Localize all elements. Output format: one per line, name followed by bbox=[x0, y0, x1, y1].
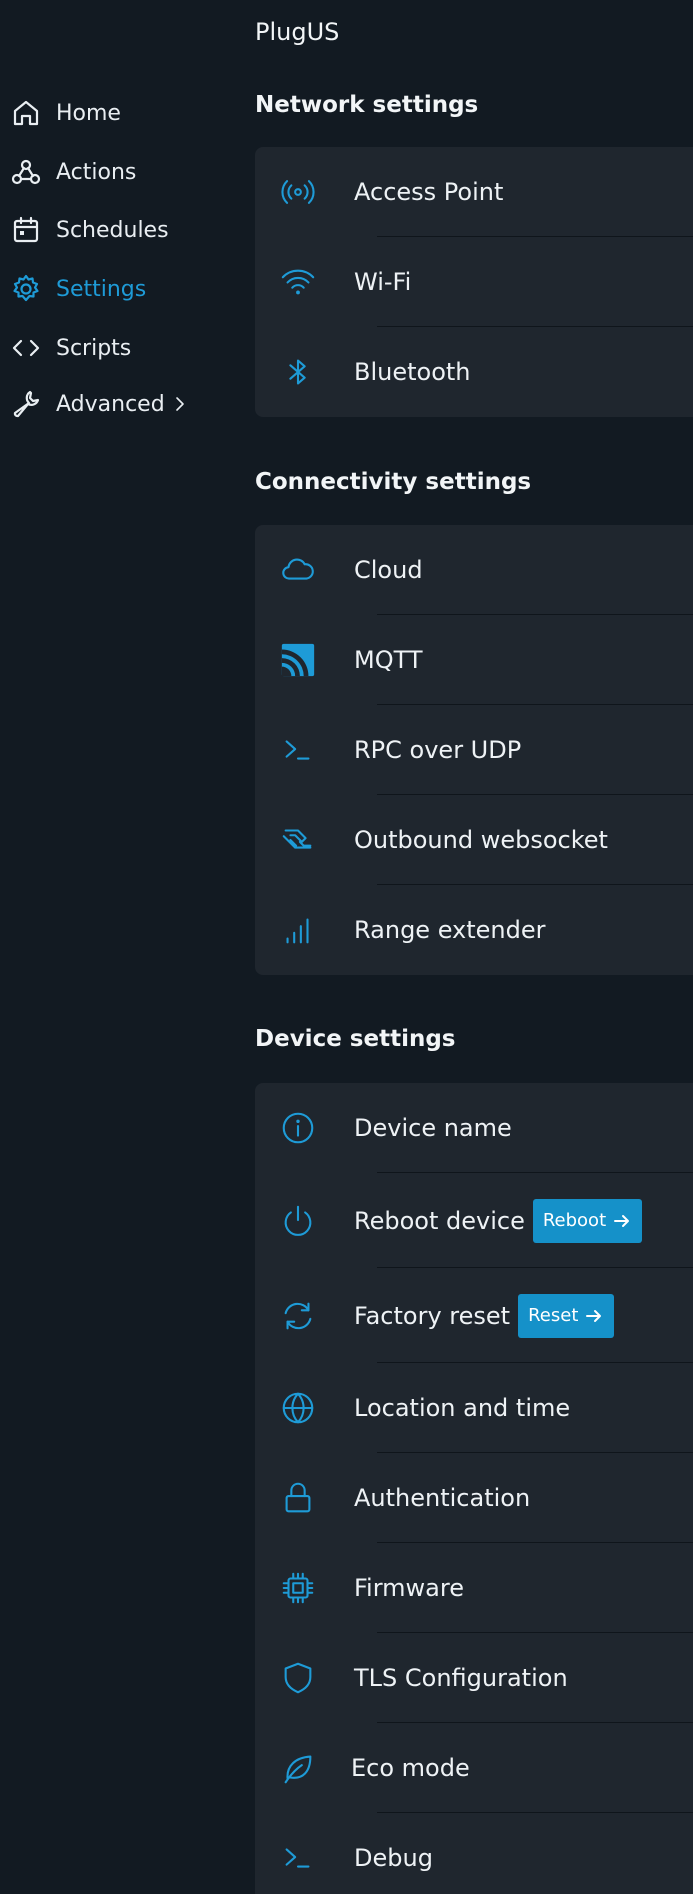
arrow-right-icon bbox=[586, 1309, 602, 1322]
terminal-icon bbox=[278, 730, 318, 770]
settings-row-label: Device name bbox=[354, 1114, 512, 1142]
bluetooth-icon bbox=[278, 352, 318, 392]
calendar-icon bbox=[10, 214, 42, 246]
settings-row-label: Authentication bbox=[354, 1484, 531, 1512]
sidebar-item-schedules[interactable]: Schedules bbox=[0, 204, 240, 256]
settings-row-rpc-over-udp[interactable]: RPC over UDP bbox=[255, 705, 693, 795]
wifi-icon bbox=[278, 262, 318, 302]
settings-row-label: Factory reset bbox=[354, 1301, 511, 1330]
settings-row-device-name[interactable]: Device name bbox=[255, 1083, 693, 1173]
settings-row-eco-mode[interactable]: Eco mode bbox=[255, 1723, 693, 1813]
settings-row-debug[interactable]: Debug bbox=[255, 1813, 693, 1894]
shield-icon bbox=[278, 1658, 318, 1698]
settings-row-label: Location and time bbox=[354, 1394, 571, 1422]
chip-icon bbox=[278, 1568, 318, 1608]
settings-row-tls-configuration[interactable]: TLS Configuration bbox=[255, 1633, 693, 1723]
settings-row-authentication[interactable]: Authentication bbox=[255, 1453, 693, 1543]
sidebar-item-label: Scripts bbox=[56, 335, 132, 361]
app-root: Home Actions Schedules Settings Scripts … bbox=[0, 0, 693, 1894]
settings-row-label: TLS Configuration bbox=[354, 1664, 568, 1692]
info-icon bbox=[278, 1108, 318, 1148]
reset-button[interactable]: Reset bbox=[518, 1293, 615, 1338]
websocket-icon bbox=[278, 820, 318, 860]
settings-row-label: Range extender bbox=[354, 916, 546, 944]
access-point-icon bbox=[278, 172, 318, 212]
terminal-icon bbox=[278, 1838, 318, 1878]
leaf-icon bbox=[278, 1748, 318, 1788]
settings-row-label: Eco mode bbox=[351, 1754, 470, 1782]
webhook-icon bbox=[10, 156, 42, 188]
sidebar-item-label: Advanced bbox=[56, 391, 165, 417]
sidebar-item-label: Actions bbox=[56, 159, 137, 185]
settings-row-outbound-websocket[interactable]: Outbound websocket bbox=[255, 795, 693, 885]
chevron-right-icon[interactable] bbox=[170, 394, 190, 414]
gear-icon bbox=[10, 273, 42, 305]
settings-row-label: MQTT bbox=[354, 646, 423, 674]
settings-row-range-extender[interactable]: Range extender bbox=[255, 885, 693, 975]
settings-row-wifi[interactable]: Wi-Fi bbox=[255, 237, 693, 327]
settings-row-reboot-device[interactable]: Reboot device Reboot bbox=[255, 1173, 693, 1268]
settings-row-label-wrap: Factory reset Reset bbox=[354, 1293, 615, 1338]
code-icon bbox=[10, 332, 42, 364]
rss-icon bbox=[278, 640, 318, 680]
lock-icon bbox=[278, 1478, 318, 1518]
settings-row-label: Outbound websocket bbox=[354, 826, 608, 854]
settings-row-label: RPC over UDP bbox=[354, 736, 522, 764]
settings-row-label: Access Point bbox=[354, 178, 504, 206]
settings-row-factory-reset[interactable]: Factory reset Reset bbox=[255, 1268, 693, 1363]
reboot-button[interactable]: Reboot bbox=[532, 1198, 643, 1243]
cloud-icon bbox=[278, 550, 318, 590]
sidebar-item-advanced[interactable]: Advanced bbox=[0, 378, 240, 430]
sidebar-item-label: Home bbox=[56, 100, 121, 126]
reset-button-label: Reset bbox=[528, 1305, 579, 1326]
reboot-button-label: Reboot bbox=[542, 1210, 607, 1231]
network-settings-card: Access Point Wi-Fi Bluetooth bbox=[255, 147, 693, 417]
settings-row-access-point[interactable]: Access Point bbox=[255, 147, 693, 237]
refresh-icon bbox=[278, 1296, 318, 1336]
sidebar-item-home[interactable]: Home bbox=[0, 87, 240, 139]
settings-row-label: Wi-Fi bbox=[354, 268, 412, 296]
globe-icon bbox=[278, 1388, 318, 1428]
device-settings-card: Device name Reboot device Reboot Factory… bbox=[255, 1083, 693, 1894]
sidebar-item-actions[interactable]: Actions bbox=[0, 146, 240, 198]
sidebar-item-label: Settings bbox=[56, 276, 147, 302]
sidebar: Home Actions Schedules Settings Scripts … bbox=[0, 0, 240, 1894]
settings-row-label-wrap: Reboot device Reboot bbox=[354, 1198, 643, 1243]
settings-row-label: Reboot device bbox=[354, 1206, 525, 1235]
arrow-right-icon bbox=[614, 1214, 630, 1227]
wrench-icon bbox=[10, 388, 42, 420]
settings-row-label: Cloud bbox=[354, 556, 423, 584]
settings-row-location-and-time[interactable]: Location and time bbox=[255, 1363, 693, 1453]
settings-row-label: Bluetooth bbox=[354, 358, 471, 386]
settings-row-bluetooth[interactable]: Bluetooth bbox=[255, 327, 693, 417]
connectivity-settings-card: Cloud MQTT RPC over UDP Outbound websock… bbox=[255, 525, 693, 975]
settings-row-label: Firmware bbox=[354, 1574, 464, 1602]
settings-row-label: Debug bbox=[354, 1844, 433, 1872]
settings-row-cloud[interactable]: Cloud bbox=[255, 525, 693, 615]
power-icon bbox=[278, 1201, 318, 1241]
sidebar-item-scripts[interactable]: Scripts bbox=[0, 322, 240, 374]
sidebar-item-label: Schedules bbox=[56, 217, 169, 243]
device-section-title: Device settings bbox=[255, 1026, 456, 1052]
sidebar-item-settings[interactable]: Settings bbox=[0, 263, 240, 315]
home-icon bbox=[10, 97, 42, 129]
signal-bars-icon bbox=[278, 910, 318, 950]
app-title: PlugUS bbox=[255, 18, 340, 46]
network-section-title: Network settings bbox=[255, 92, 479, 118]
connectivity-section-title: Connectivity settings bbox=[255, 469, 532, 495]
settings-row-firmware[interactable]: Firmware bbox=[255, 1543, 693, 1633]
settings-row-mqtt[interactable]: MQTT bbox=[255, 615, 693, 705]
